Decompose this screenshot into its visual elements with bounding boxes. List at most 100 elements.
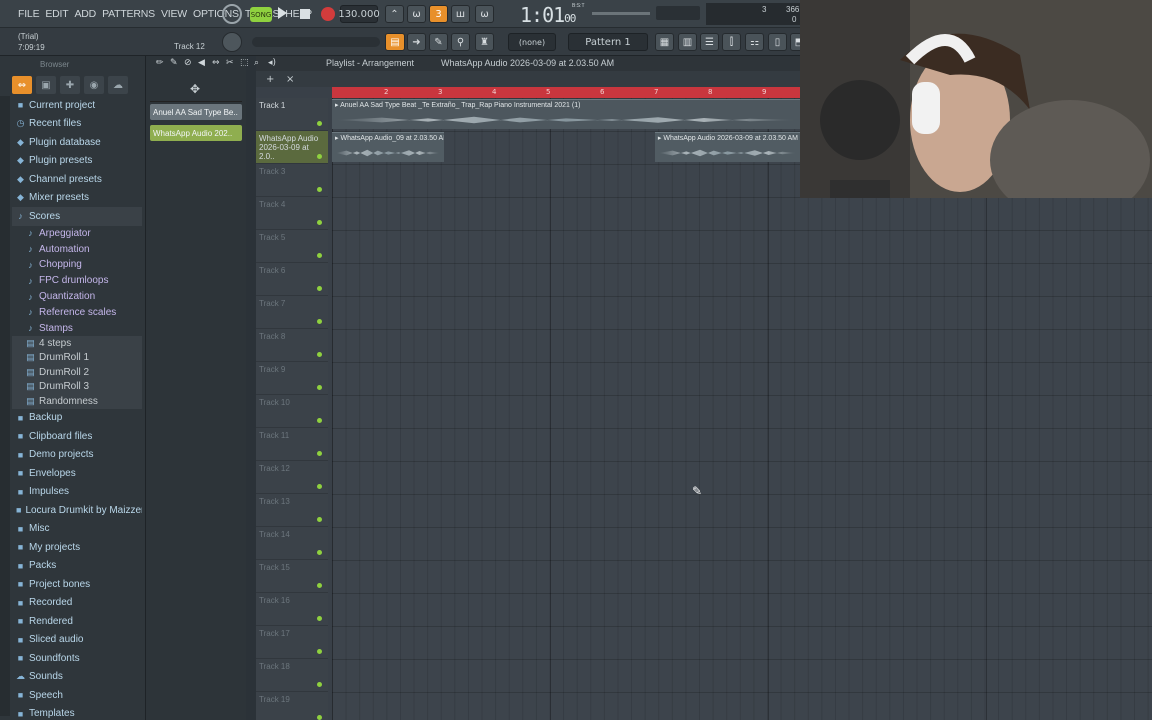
channel-rack-icon[interactable]: ▦ [655, 33, 674, 51]
audio-clip[interactable]: ▸ WhatsApp Audio 2026-03-09 at 2.03.50 A… [654, 132, 800, 162]
link-icon[interactable]: ⚲ [451, 33, 470, 51]
record-mode-dial[interactable] [222, 4, 242, 24]
browser-database-tab-icon[interactable]: ◉ [84, 76, 104, 94]
paint-tool-icon[interactable]: ✎ [170, 58, 178, 68]
browser-item[interactable]: ■ Demo projects [12, 446, 142, 465]
playlist-breadcrumb[interactable]: WhatsApp Audio 2026-03-09 at 2.03.50 AM [441, 58, 614, 68]
track-header[interactable]: Track 11 [256, 428, 328, 461]
playback-tool-icon[interactable]: ◂) [268, 58, 276, 68]
output-slider[interactable] [252, 37, 380, 47]
track-header[interactable]: Track 7 [256, 296, 328, 329]
menu-file[interactable]: FILE [18, 8, 40, 20]
track-header[interactable]: Track 3 [256, 164, 328, 197]
countdown-icon[interactable]: 3 [429, 5, 448, 23]
browser-item[interactable]: ▤ DrumRoll 1 [12, 350, 142, 366]
menu-add[interactable]: ADD [75, 8, 97, 20]
track-mute-led[interactable] [317, 550, 322, 555]
browser-item[interactable]: ■ Current project [12, 96, 142, 115]
track-header[interactable]: Track 6 [256, 263, 328, 296]
track-mute-led[interactable] [317, 187, 322, 192]
track-header[interactable]: Track 17 [256, 626, 328, 659]
browser-item[interactable]: ■ Sliced audio [12, 631, 142, 650]
picker-arrows-icon[interactable]: ✥ [190, 82, 200, 96]
pencil-tool-icon[interactable]: ✎ [429, 33, 448, 51]
browser-item[interactable]: ■ Backup [12, 409, 142, 428]
track-header[interactable]: WhatsApp Audio 2026-03-09 at 2.0.. [256, 131, 328, 164]
track-header[interactable]: Track 1 [256, 98, 328, 131]
browser-item[interactable]: ♪ Chopping [12, 257, 142, 273]
menu-patterns[interactable]: PATTERNS [102, 8, 155, 20]
metronome-icon[interactable]: ⌃ [385, 5, 404, 23]
browser-item[interactable]: ▤ DrumRoll 3 [12, 379, 142, 395]
track-mute-led[interactable] [317, 154, 322, 159]
playlist-window-icon[interactable]: ▤ [385, 33, 405, 51]
delete-tool-icon[interactable]: ⊘ [184, 58, 192, 68]
mixer-icon[interactable]: ⫿ [722, 33, 741, 51]
mute-tool-icon[interactable]: ◀ [198, 58, 205, 68]
plugin-picker-icon[interactable]: ▯ [768, 33, 787, 51]
browser-item[interactable]: ♪ Quantization [12, 289, 142, 305]
browser-scrollbar[interactable] [0, 96, 10, 716]
track-header[interactable]: Track 9 [256, 362, 328, 395]
browser-item[interactable]: ◆ Mixer presets [12, 189, 142, 208]
wait-record-icon[interactable]: ω [407, 5, 426, 23]
remove-track-icon[interactable]: × [286, 74, 294, 85]
slip-tool-icon[interactable]: ⇔ [212, 58, 220, 68]
pencil-tool-icon[interactable]: ✏ [156, 58, 164, 68]
track-header[interactable]: Track 16 [256, 593, 328, 626]
browser-item[interactable]: ▤ 4 steps [12, 336, 142, 351]
browser-item[interactable]: ♪ Scores [12, 207, 142, 226]
browser-item[interactable]: ☁ Sounds [12, 668, 142, 687]
track-mute-led[interactable] [317, 583, 322, 588]
slice-tool-icon[interactable]: ✂ [226, 58, 234, 68]
main-volume-knob[interactable] [222, 32, 242, 52]
track-mute-led[interactable] [317, 649, 322, 654]
track-mute-led[interactable] [317, 253, 322, 258]
step-edit-icon[interactable]: ш [451, 5, 470, 23]
browser-item[interactable]: ■ Envelopes [12, 464, 142, 483]
zoom-tool-icon[interactable]: ⌕ [254, 58, 259, 68]
browser-item[interactable]: ◆ Plugin presets [12, 152, 142, 171]
track-mute-led[interactable] [317, 715, 322, 720]
track-header[interactable]: Track 18 [256, 659, 328, 692]
track-mute-led[interactable] [317, 352, 322, 357]
song-mode-toggle[interactable]: SONG [250, 7, 272, 22]
track-mute-led[interactable] [317, 121, 322, 126]
browser-item[interactable]: ◷ Recent files [12, 115, 142, 134]
browser-item[interactable]: ▤ Randomness [12, 394, 142, 409]
timeline-ruler[interactable]: 2 3 4 5 6 7 8 9 [332, 87, 800, 98]
browser-item[interactable]: ■ Project bones [12, 575, 142, 594]
browser-item[interactable]: ■ Speech [12, 686, 142, 705]
tempo-display[interactable]: 130.000 [338, 5, 380, 23]
track-mute-led[interactable] [317, 286, 322, 291]
stop-button[interactable] [300, 9, 310, 19]
browser-item[interactable]: ■ Misc [12, 520, 142, 539]
browser-item[interactable]: ♪ Arpeggiator [12, 226, 142, 242]
track-header[interactable]: Track 5 [256, 230, 328, 263]
track-header[interactable]: Track 14 [256, 527, 328, 560]
browser-item[interactable]: ■ Impulses [12, 483, 142, 502]
browser-item[interactable]: ♪ FPC drumloops [12, 273, 142, 289]
track-mute-led[interactable] [317, 451, 322, 456]
track-mute-led[interactable] [317, 418, 322, 423]
snap-selector[interactable]: (none) [508, 33, 556, 51]
track-header[interactable]: Track 12 [256, 461, 328, 494]
browser-tree-icon[interactable]: ⚏ [745, 33, 764, 51]
browser-item[interactable]: ♪ Reference scales [12, 304, 142, 320]
track-mute-led[interactable] [317, 319, 322, 324]
mixer-list-icon[interactable]: ☰ [700, 33, 719, 51]
menu-edit[interactable]: EDIT [45, 8, 68, 20]
picker-clip[interactable]: WhatsApp Audio 202.. [150, 125, 242, 141]
select-tool-icon[interactable]: ⬚ [240, 58, 249, 68]
master-pitch-slider[interactable] [656, 6, 700, 20]
track-mute-led[interactable] [317, 682, 322, 687]
browser-item[interactable]: ▤ DrumRoll 2 [12, 365, 142, 380]
loop-record-icon[interactable]: ω [475, 5, 494, 23]
track-header[interactable]: Track 15 [256, 560, 328, 593]
browser-item[interactable]: ■ Soundfonts [12, 649, 142, 668]
track-header[interactable]: Track 8 [256, 329, 328, 362]
browser-item[interactable]: ■ My projects [12, 538, 142, 557]
browser-item[interactable]: ♪ Automation [12, 241, 142, 257]
track-header[interactable]: Track 4 [256, 197, 328, 230]
browser-project-tab-icon[interactable]: ▣ [36, 76, 56, 94]
